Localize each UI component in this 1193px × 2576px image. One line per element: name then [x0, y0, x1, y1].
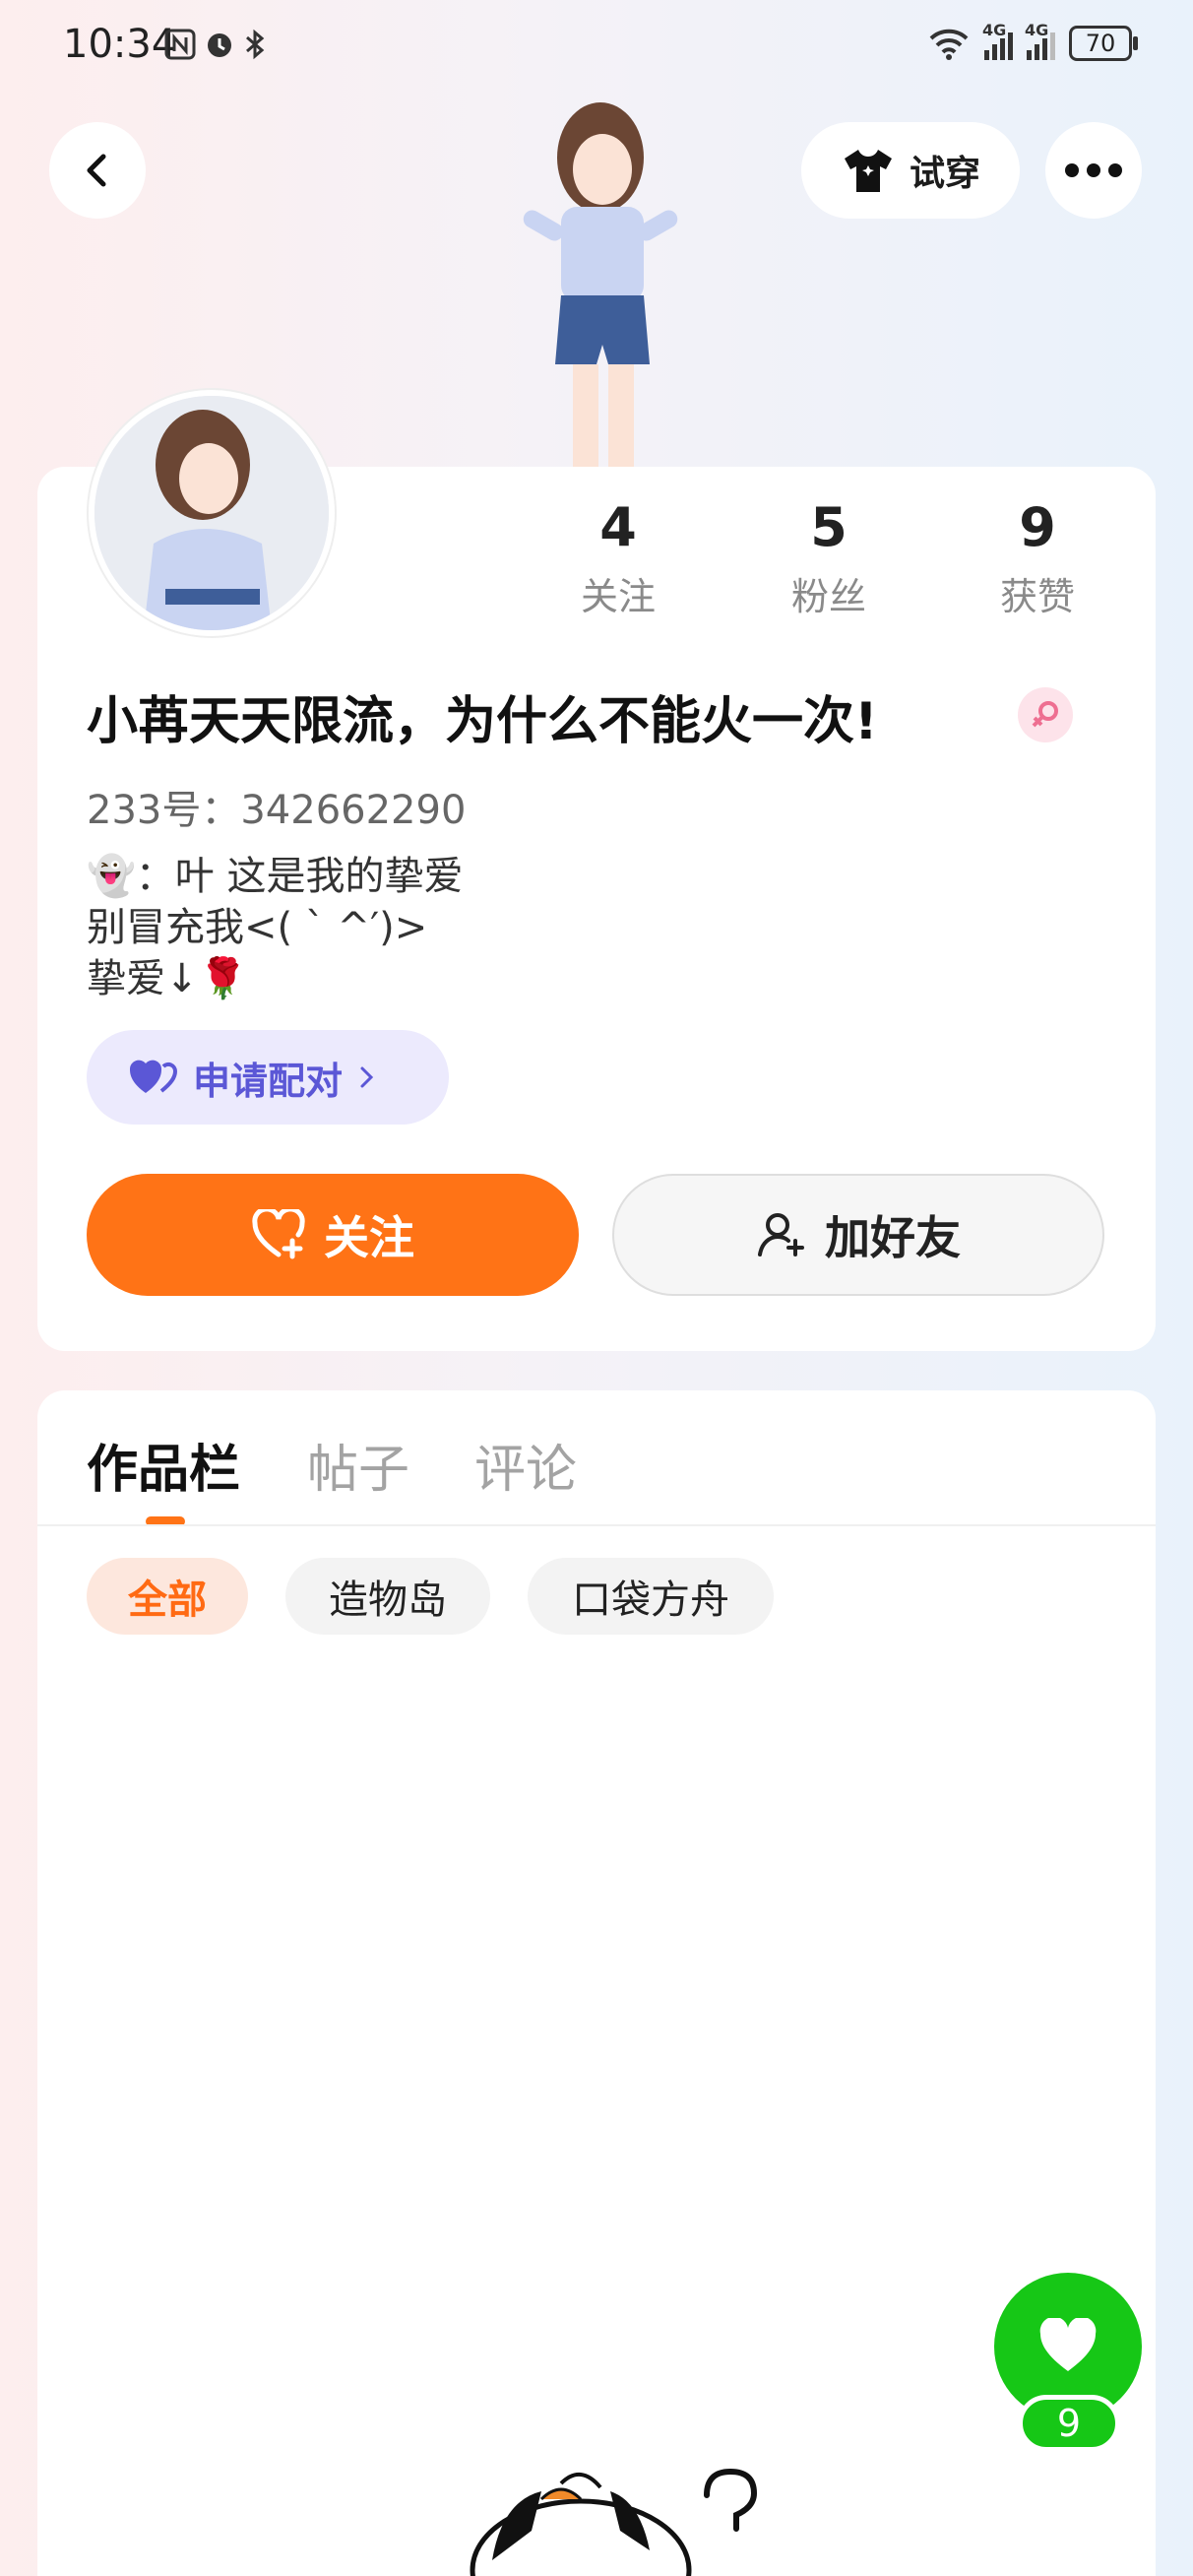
character-3d-model[interactable] — [492, 98, 709, 469]
add-friend-button[interactable]: 加好友 — [612, 1174, 1104, 1296]
like-count-badge: 9 — [1018, 2395, 1120, 2452]
status-bar: 10:34 4G 4G 70 — [0, 0, 1193, 89]
bluetooth-icon — [246, 29, 265, 60]
status-left-icons — [163, 28, 268, 61]
more-dots-icon — [1065, 163, 1122, 177]
user-plus-icon — [758, 1213, 804, 1256]
add-friend-label: 加好友 — [825, 1211, 961, 1264]
alarm-icon — [208, 33, 231, 57]
chevron-right-icon — [360, 1066, 374, 1088]
tab-works[interactable]: 作品栏 — [87, 1428, 240, 1502]
stat-following[interactable]: 4 关注 — [539, 496, 697, 620]
fans-label: 粉丝 — [790, 575, 866, 618]
stat-fans[interactable]: 5 粉丝 — [750, 496, 908, 620]
filter-chip-pocket-ark[interactable]: 口袋方舟 — [528, 1558, 774, 1635]
heart-icon — [1039, 2318, 1097, 2371]
bio-line-1: 👻：叶 这是我的挚爱 — [87, 854, 464, 899]
status-right-icons: 4G 4G 70 — [927, 21, 1138, 61]
chevron-left-icon — [87, 154, 106, 187]
signal-1: 4G — [982, 21, 1013, 60]
nfc-icon — [164, 29, 196, 60]
female-icon — [1018, 687, 1073, 742]
status-time: 10:34 — [63, 22, 177, 67]
user-id: 233号：342662290 — [87, 788, 467, 833]
tab-comments[interactable]: 评论 — [474, 1428, 577, 1502]
likes-label: 获赞 — [999, 575, 1075, 618]
network-type-2: 4G — [1025, 21, 1049, 39]
bio: 👻：叶 这是我的挚爱 别冒充我<( ` ^′)> 挚爱↓🌹 — [87, 851, 464, 1004]
avatar-image — [94, 396, 329, 630]
filter-chip-all[interactable]: 全部 — [87, 1558, 248, 1635]
tabs-divider — [37, 1524, 1156, 1526]
more-button[interactable] — [1045, 122, 1142, 219]
empty-state-illustration — [470, 2468, 758, 2576]
signal-2: 4G — [1025, 21, 1055, 60]
bio-line-3: 挚爱↓🌹 — [87, 956, 248, 1001]
try-on-label: 试穿 — [909, 154, 980, 194]
apply-pair-button[interactable]: 申请配对 — [87, 1030, 449, 1125]
tab-posts[interactable]: 帖子 — [307, 1428, 409, 1502]
following-label: 关注 — [580, 575, 656, 618]
wifi-icon — [929, 29, 969, 60]
tshirt-icon — [844, 150, 892, 192]
double-heart-icon — [129, 1060, 178, 1093]
profile-name: 小苒天天限流，为什么不能火一次! — [87, 692, 878, 751]
follow-label: 关注 — [324, 1211, 414, 1264]
try-on-button[interactable]: 试穿 — [801, 122, 1020, 219]
back-button[interactable] — [49, 122, 146, 219]
heart-plus-icon — [252, 1209, 305, 1259]
pair-label: 申请配对 — [193, 1059, 344, 1103]
likes-count: 9 — [1019, 496, 1056, 558]
avatar[interactable] — [89, 390, 335, 636]
stat-likes[interactable]: 9 获赞 — [959, 496, 1116, 620]
network-type-1: 4G — [982, 21, 1007, 39]
following-count: 4 — [599, 496, 637, 558]
filter-chip-creation-island[interactable]: 造物岛 — [285, 1558, 490, 1635]
follow-button[interactable]: 关注 — [87, 1174, 579, 1296]
bio-line-2: 别冒充我<( ` ^′)> — [87, 905, 428, 950]
battery-indicator: 70 — [1069, 26, 1138, 61]
fans-count: 5 — [810, 496, 848, 558]
